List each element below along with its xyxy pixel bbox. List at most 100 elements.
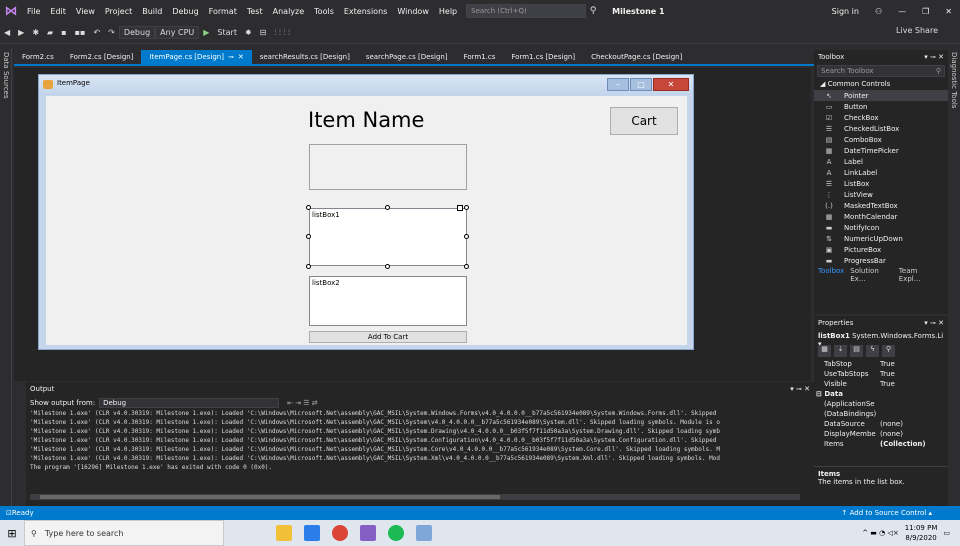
back-icon[interactable]: ◀: [0, 28, 14, 37]
menu-test[interactable]: Test: [242, 7, 268, 16]
quick-launch-search-input[interactable]: Search (Ctrl+Q): [466, 4, 587, 18]
tab-searchresults-design[interactable]: searchResults.cs [Design]: [252, 50, 358, 64]
picture-box[interactable]: [309, 144, 467, 190]
menu-window[interactable]: Window: [392, 7, 434, 16]
open-folder-icon[interactable]: ▰: [43, 28, 57, 37]
toolbox-item[interactable]: ⇅ NumericUpDown: [814, 233, 948, 244]
resize-handle[interactable]: [385, 205, 390, 210]
toolbox-item[interactable]: ▭ Button: [814, 101, 948, 112]
property-row[interactable]: TabStop True: [814, 359, 948, 369]
tab-team-explorer[interactable]: Team Expl...: [899, 267, 938, 283]
toolbox-item[interactable]: ☰ ListBox: [814, 178, 948, 189]
resize-handle[interactable]: [464, 234, 469, 239]
align-icon[interactable]: ⊟: [256, 28, 271, 37]
tab-form2-cs[interactable]: Form2.cs: [14, 50, 62, 64]
tab-searchpage-design[interactable]: searchPage.cs [Design]: [358, 50, 456, 64]
tab-solution-explorer[interactable]: Solution Ex...: [850, 267, 893, 283]
save-all-icon[interactable]: ▪▪: [71, 28, 90, 37]
properties-icon[interactable]: ▤: [850, 345, 863, 357]
menu-build[interactable]: Build: [137, 7, 167, 16]
live-share-button[interactable]: Live Share: [896, 26, 938, 35]
toolbox-item[interactable]: ▬ NotifyIcon: [814, 222, 948, 233]
forward-icon[interactable]: ▶: [14, 28, 28, 37]
property-row[interactable]: DisplayMembe (none): [814, 429, 948, 439]
add-to-source-control-button[interactable]: ↑ Add to Source Control ▴: [842, 509, 932, 517]
diagnostic-tools-tab[interactable]: Diagnostic Tools: [950, 52, 958, 108]
listbox2[interactable]: listBox2: [309, 276, 467, 326]
alphabetical-icon[interactable]: ⇣: [834, 345, 847, 357]
tab-form1-design[interactable]: Form1.cs [Design]: [503, 50, 583, 64]
add-to-cart-button[interactable]: Add To Cart: [309, 331, 467, 343]
configuration-dropdown[interactable]: Debug: [118, 26, 156, 39]
menu-file[interactable]: File: [22, 7, 45, 16]
panel-controls-icon[interactable]: ▾ ⊸ ✕: [924, 53, 944, 61]
resize-handle[interactable]: [464, 264, 469, 269]
tab-toolbox[interactable]: Toolbox: [818, 267, 844, 283]
item-name-label[interactable]: Item Name: [308, 108, 424, 132]
tab-form2-design[interactable]: Form2.cs [Design]: [62, 50, 142, 64]
tray-icons[interactable]: ^ ▬ ◔ ◁×: [862, 529, 899, 537]
output-text[interactable]: 'Milestone 1.exe' (CLR v4.0.30319: Miles…: [26, 409, 802, 472]
clock[interactable]: 11:09 PM 8/9/2020: [905, 523, 938, 543]
cart-button[interactable]: Cart: [610, 107, 678, 135]
toolbox-item[interactable]: ▤ ComboBox: [814, 134, 948, 145]
menu-help[interactable]: Help: [434, 7, 462, 16]
toolbox-item[interactable]: A LinkLabel: [814, 167, 948, 178]
property-row[interactable]: Items (Collection): [814, 439, 948, 449]
scroll-thumb[interactable]: [40, 495, 500, 499]
property-value[interactable]: (Collection): [880, 439, 926, 449]
toolbox-item[interactable]: A Label: [814, 156, 948, 167]
notification-icon[interactable]: ▭: [943, 529, 950, 537]
panel-controls-icon[interactable]: ▾ ⊸ ✕: [790, 385, 810, 393]
form-window[interactable]: ItemPage – □ ✕ Item Name Cart listBox1 ▸…: [38, 74, 694, 350]
fire-icon[interactable]: ✸: [241, 28, 256, 37]
events-icon[interactable]: ϟ: [866, 345, 879, 357]
toolbox-item[interactable]: ▦ DateTimePicker: [814, 145, 948, 156]
chrome-icon[interactable]: [332, 525, 348, 541]
toolbox-item[interactable]: ▦ MonthCalendar: [814, 211, 948, 222]
mail-icon[interactable]: [304, 525, 320, 541]
horizontal-scrollbar[interactable]: [30, 494, 800, 500]
property-value[interactable]: True: [880, 379, 895, 389]
windows-start-icon[interactable]: ⊞: [0, 527, 24, 540]
tab-close-icon[interactable]: ✕: [238, 53, 244, 61]
menu-format[interactable]: Format: [204, 7, 242, 16]
toolbox-item[interactable]: ▣ PictureBox: [814, 244, 948, 255]
menu-tools[interactable]: Tools: [309, 7, 339, 16]
property-row[interactable]: UseTabStops True: [814, 369, 948, 379]
resize-handle[interactable]: [464, 205, 469, 210]
listbox1[interactable]: listBox1: [309, 208, 467, 266]
sign-in-link[interactable]: Sign in: [824, 7, 867, 16]
menu-debug[interactable]: Debug: [167, 7, 203, 16]
menu-view[interactable]: View: [71, 7, 100, 16]
spotify-icon[interactable]: [388, 525, 404, 541]
property-value[interactable]: True: [880, 369, 895, 379]
menu-project[interactable]: Project: [100, 7, 137, 16]
data-sources-tab[interactable]: Data Sources: [2, 52, 10, 99]
account-icon[interactable]: ⚇: [867, 7, 890, 16]
platform-dropdown[interactable]: Any CPU: [155, 26, 200, 39]
toolbox-item[interactable]: ☑ CheckBox: [814, 112, 948, 123]
property-value[interactable]: (none): [880, 429, 903, 439]
menu-extensions[interactable]: Extensions: [339, 7, 392, 16]
redo-icon[interactable]: ↷: [104, 28, 119, 37]
layout-tools-icon[interactable]: ⫶ ⫶ ⫶ ⫶: [270, 28, 294, 38]
property-value[interactable]: True: [880, 359, 895, 369]
property-value[interactable]: (none): [880, 419, 903, 429]
menu-analyze[interactable]: Analyze: [268, 7, 310, 16]
output-tools-icon[interactable]: ⇤ ⇥ ☰ ⇄: [287, 399, 318, 407]
property-row[interactable]: (ApplicationSe: [814, 399, 948, 409]
start-play-icon[interactable]: ▶: [199, 28, 213, 37]
start-button[interactable]: Start: [213, 28, 241, 37]
resize-handle[interactable]: [385, 264, 390, 269]
resize-handle[interactable]: [306, 234, 311, 239]
minimize-icon[interactable]: —: [890, 7, 914, 16]
object-selector[interactable]: listBox1 System.Windows.Forms.Li ▾: [814, 330, 948, 348]
toolbox-search-input[interactable]: Search Toolbox ⚲: [817, 65, 945, 77]
tab-checkoutpage-design[interactable]: CheckoutPage.cs [Design]: [583, 50, 690, 64]
categorized-icon[interactable]: ▦: [818, 345, 831, 357]
tab-itempage-design[interactable]: ItemPage.cs [Design] ⊸ ✕: [141, 50, 252, 64]
toolbox-category[interactable]: ◢ Common Controls: [814, 78, 948, 90]
new-project-icon[interactable]: ✱: [28, 28, 43, 37]
app-window-icon[interactable]: [416, 525, 432, 541]
